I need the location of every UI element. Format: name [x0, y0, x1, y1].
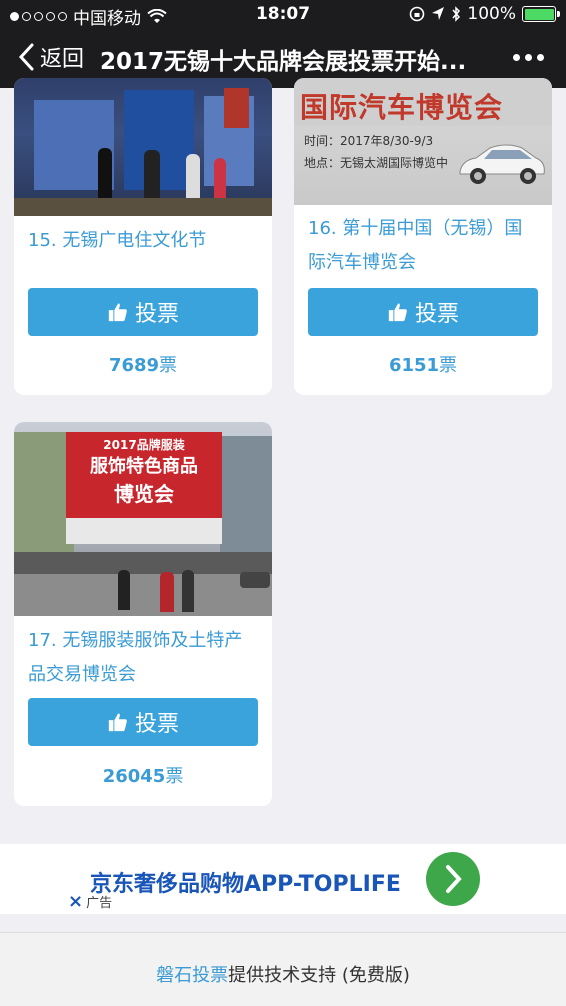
ad-go-button[interactable]	[426, 852, 480, 906]
footer-text: 提供技术支持 (免费版)	[228, 965, 410, 986]
vote-count: 6151票	[294, 351, 552, 377]
vote-count-number: 26045	[102, 766, 166, 787]
vote-count: 7689票	[14, 351, 272, 377]
candidate-card-15: 15. 无锡广电住文化节 投票 7689票	[14, 78, 272, 395]
vote-unit: 票	[439, 355, 458, 376]
footer: 磐石投票提供技术支持 (免费版)	[0, 932, 566, 1006]
ad-tag: 广告	[86, 896, 113, 911]
back-label: 返回	[40, 47, 85, 72]
candidate-name: 17. 无锡服装服饰及土特产品交易博览会	[28, 630, 243, 685]
vote-button[interactable]: 投票	[28, 698, 258, 746]
more-menu-button[interactable]	[513, 54, 544, 61]
thumbs-up-icon	[108, 713, 127, 732]
status-right: 100%	[409, 4, 560, 24]
poster-date: 时间：2017年8/30-9/3	[304, 134, 434, 148]
more-icon	[513, 54, 520, 61]
candidate-name: 16. 第十届中国（无锡）国际汽车博览会	[308, 218, 523, 273]
auto-show-poster: 国际汽车博览会 时间：2017年8/30-9/3 地点：无锡太湖国际博览中	[294, 78, 552, 205]
candidate-card-17: 2017品牌服装 服饰特色商品 博览会 17. 无锡服装服饰及土特产品交易博览会…	[14, 422, 272, 806]
banner-line-2: 服饰特色商品	[90, 456, 198, 477]
vote-label: 投票	[134, 302, 179, 327]
candidate-card-16: 国际汽车博览会 时间：2017年8/30-9/3 地点：无锡太湖国际博览中 16…	[294, 78, 552, 395]
back-button[interactable]: 返回	[16, 41, 84, 73]
vote-unit: 票	[165, 766, 184, 787]
chevron-right-icon	[446, 865, 462, 893]
expo-building-photo: 2017品牌服装 服饰特色商品 博览会	[14, 422, 272, 616]
location-icon	[432, 7, 445, 20]
thumbs-up-icon	[388, 303, 407, 322]
page-title: 2017无锡十大品牌会展投票开始...	[100, 49, 467, 75]
vote-unit: 票	[159, 355, 178, 376]
poster-headline: 国际汽车博览会	[300, 91, 504, 124]
ad-label: × 广告	[68, 892, 112, 911]
vote-count-number: 7689	[108, 355, 160, 376]
orientation-lock-icon	[410, 6, 425, 22]
vote-label: 投票	[134, 712, 179, 737]
close-icon[interactable]: ×	[68, 892, 83, 910]
banner-line-3: 博览会	[114, 482, 174, 506]
banner-line-1: 2017品牌服装	[103, 438, 185, 452]
ad-banner[interactable]: 京东奢侈品购物APP-TOPLIFE × 广告	[0, 844, 566, 914]
vote-count-number: 6151	[388, 355, 440, 376]
exhibition-photo	[14, 78, 272, 216]
battery-percent: 100%	[467, 4, 516, 24]
vote-button[interactable]: 投票	[308, 288, 538, 336]
ad-text: 京东奢侈品购物APP-TOPLIFE	[90, 872, 401, 897]
bluetooth-icon	[452, 6, 461, 22]
vote-count: 26045票	[14, 762, 272, 788]
status-bar: 中国移动 18:07 100%	[0, 0, 566, 29]
vote-button[interactable]: 投票	[28, 288, 258, 336]
battery-icon	[522, 6, 560, 22]
thumbs-up-icon	[108, 303, 127, 322]
poster-venue: 地点：无锡太湖国际博览中	[304, 156, 449, 170]
car-image	[459, 144, 545, 184]
vote-label: 投票	[414, 302, 459, 327]
chevron-left-icon	[18, 43, 34, 71]
footer-brand-link[interactable]: 磐石投票	[156, 965, 228, 986]
candidate-name: 15. 无锡广电住文化节	[28, 230, 207, 251]
